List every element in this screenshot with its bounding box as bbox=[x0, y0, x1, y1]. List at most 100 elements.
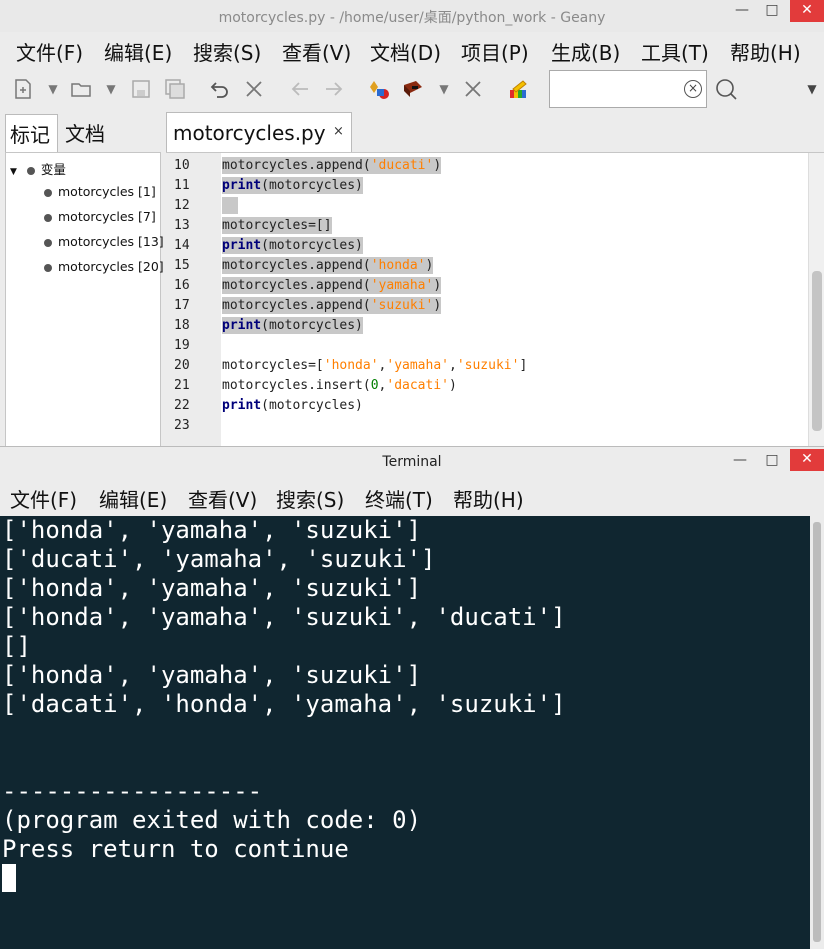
output-line: [] bbox=[2, 632, 31, 660]
variable-icon bbox=[44, 213, 52, 222]
code-line[interactable]: motorcycles=[] bbox=[222, 217, 332, 234]
keyword-token: print bbox=[222, 178, 262, 193]
line-number: 11 bbox=[174, 178, 190, 193]
menu-search[interactable]: 搜索(S) bbox=[276, 484, 344, 513]
tree-item-label: motorcycles [7] bbox=[58, 209, 156, 224]
editor-scroll-thumb[interactable] bbox=[812, 271, 822, 431]
code-line[interactable]: print(motorcycles) bbox=[222, 317, 363, 334]
code-line[interactable]: print(motorcycles) bbox=[222, 397, 363, 414]
stop-icon[interactable] bbox=[460, 76, 486, 102]
menu-file[interactable]: 文件(F) bbox=[10, 484, 77, 513]
string-token: 'ducati' bbox=[370, 158, 434, 173]
compile-icon[interactable] bbox=[367, 76, 393, 102]
string-token: 'dacati' bbox=[386, 378, 449, 393]
code-line[interactable]: motorcycles.append('yamaha') bbox=[222, 277, 442, 294]
editor-scrollbar[interactable] bbox=[808, 153, 824, 448]
search-input[interactable]: × bbox=[549, 70, 707, 108]
code-line[interactable]: motorcycles.insert(0,'dacati') bbox=[222, 377, 457, 394]
forward-arrow-icon[interactable] bbox=[321, 76, 347, 102]
tab-symbols[interactable]: 标记 bbox=[5, 114, 58, 152]
code-token: motorcycles.insert( bbox=[222, 378, 371, 393]
geany-window: motorcycles.py - /home/user/桌面/python_wo… bbox=[0, 0, 824, 448]
minimize-button[interactable]: — bbox=[728, 0, 756, 22]
keyword-token: print bbox=[222, 238, 262, 253]
build-dropdown-icon[interactable]: ▼ bbox=[431, 76, 457, 102]
close-button[interactable]: ✕ bbox=[790, 0, 824, 22]
terminal-output[interactable]: ['honda', 'yamaha', 'suzuki'] ['ducati',… bbox=[0, 516, 810, 949]
tree-item[interactable]: motorcycles [1] bbox=[44, 184, 156, 199]
menu-edit[interactable]: 编辑(E) bbox=[99, 484, 167, 513]
line-number: 18 bbox=[174, 318, 190, 333]
tree-item[interactable]: motorcycles [20] bbox=[44, 259, 164, 274]
code-line[interactable]: motorcycles.append('suzuki') bbox=[222, 297, 442, 314]
new-file-icon[interactable] bbox=[10, 76, 36, 102]
build-icon[interactable] bbox=[400, 76, 426, 102]
menu-view[interactable]: 查看(V) bbox=[282, 37, 351, 66]
menu-search[interactable]: 搜索(S) bbox=[193, 37, 261, 66]
terminal-scroll-thumb[interactable] bbox=[813, 522, 821, 942]
code-editor[interactable]: 10 11 12 13 14 15 16 17 18 19 20 21 22 2… bbox=[166, 152, 824, 448]
terminal-menubar: 文件(F) 编辑(E) 查看(V) 搜索(S) 终端(T) 帮助(H) bbox=[0, 478, 824, 516]
tab-close-icon[interactable]: × bbox=[333, 124, 344, 139]
menu-build[interactable]: 生成(B) bbox=[551, 37, 620, 66]
tree-root-label: 变量 bbox=[40, 162, 66, 177]
save-icon[interactable] bbox=[128, 76, 154, 102]
code-line[interactable]: motorcycles.append('ducati') bbox=[222, 157, 442, 174]
tree-item[interactable]: motorcycles [7] bbox=[44, 209, 156, 224]
line-number: 15 bbox=[174, 258, 190, 273]
tree-root[interactable]: ▼ 变量 bbox=[10, 159, 66, 178]
menu-help[interactable]: 帮助(H) bbox=[730, 37, 801, 66]
line-number-gutter: 10 11 12 13 14 15 16 17 18 19 20 21 22 2… bbox=[166, 153, 221, 448]
tree-item[interactable]: motorcycles [13] bbox=[44, 234, 164, 249]
color-chooser-icon[interactable] bbox=[506, 76, 532, 102]
revert-icon[interactable] bbox=[207, 76, 233, 102]
string-token: 'yamaha' bbox=[370, 278, 434, 293]
output-line: ------------------ bbox=[2, 777, 263, 805]
save-all-icon[interactable] bbox=[162, 76, 188, 102]
menu-document[interactable]: 文档(D) bbox=[370, 37, 441, 66]
search-icon[interactable] bbox=[713, 76, 739, 102]
menu-project[interactable]: 项目(P) bbox=[461, 37, 529, 66]
code-token: (motorcycles) bbox=[261, 318, 363, 333]
string-token: 'suzuki' bbox=[456, 358, 520, 373]
code-token: ) bbox=[433, 278, 442, 293]
close-button[interactable]: ✕ bbox=[790, 449, 824, 471]
clear-search-icon[interactable]: × bbox=[684, 80, 702, 98]
output-line: ['honda', 'yamaha', 'suzuki'] bbox=[2, 661, 422, 689]
terminal-titlebar: Terminal — □ ✕ bbox=[0, 446, 824, 476]
menu-edit[interactable]: 编辑(E) bbox=[104, 37, 172, 66]
new-dropdown-icon[interactable]: ▼ bbox=[40, 76, 66, 102]
code-token: motorcycles=[ bbox=[222, 358, 324, 373]
close-file-icon[interactable] bbox=[241, 76, 267, 102]
menu-view[interactable]: 查看(V) bbox=[188, 484, 257, 513]
code-token: motorcycles.append( bbox=[222, 258, 371, 273]
code-token: (motorcycles) bbox=[261, 398, 363, 413]
maximize-button[interactable]: □ bbox=[758, 450, 786, 472]
code-line[interactable]: motorcycles=['honda','yamaha','suzuki'] bbox=[222, 357, 527, 374]
open-dropdown-icon[interactable]: ▼ bbox=[98, 76, 124, 102]
code-token: (motorcycles) bbox=[261, 178, 363, 193]
open-folder-icon[interactable] bbox=[68, 76, 94, 102]
terminal-cursor bbox=[2, 864, 16, 892]
code-token: motorcycles.append( bbox=[222, 298, 371, 313]
code-line[interactable]: print(motorcycles) bbox=[222, 177, 363, 194]
menu-help[interactable]: 帮助(H) bbox=[453, 484, 524, 513]
menu-terminal[interactable]: 终端(T) bbox=[365, 484, 433, 513]
tab-documents[interactable]: 文档 bbox=[61, 114, 115, 152]
menu-tools[interactable]: 工具(T) bbox=[641, 37, 709, 66]
maximize-button[interactable]: □ bbox=[758, 0, 786, 22]
string-token: 'suzuki' bbox=[370, 298, 434, 313]
back-arrow-icon[interactable] bbox=[287, 76, 313, 102]
toolbar-overflow-icon[interactable]: ▼ bbox=[799, 76, 824, 102]
code-line[interactable] bbox=[222, 197, 238, 214]
terminal-window: Terminal — □ ✕ 文件(F) 编辑(E) 查看(V) 搜索(S) 终… bbox=[0, 446, 824, 949]
code-token: ] bbox=[519, 358, 528, 373]
code-line[interactable]: print(motorcycles) bbox=[222, 237, 363, 254]
code-line[interactable]: motorcycles.append('honda') bbox=[222, 257, 434, 274]
minimize-button[interactable]: — bbox=[726, 450, 754, 472]
terminal-scrollbar[interactable] bbox=[810, 516, 824, 949]
expander-icon[interactable]: ▼ bbox=[10, 167, 17, 177]
menu-file[interactable]: 文件(F) bbox=[16, 37, 83, 66]
editor-tab[interactable]: motorcycles.py × bbox=[166, 112, 352, 152]
geany-titlebar: motorcycles.py - /home/user/桌面/python_wo… bbox=[0, 0, 824, 32]
